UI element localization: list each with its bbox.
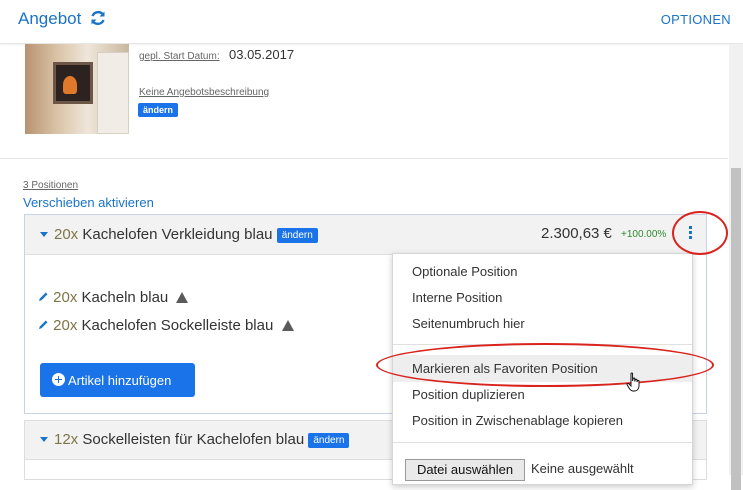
file-none-label: Keine ausgewählt [531,461,634,476]
position-header[interactable]: 20x Kachelofen Verkleidung blau ändern 2… [25,215,706,255]
position-percent: +100.00% [621,229,667,240]
warning-icon [176,292,189,303]
position-name: Sockelleisten für Kachelofen blau [82,431,305,448]
annotation-circle-favorite [376,343,714,387]
sub-item-qty: 20x [53,289,78,306]
pencil-icon[interactable] [38,291,49,302]
sub-item-name: Kachelofen Sockelleiste blau [81,317,274,334]
annotation-circle-kebab [672,211,728,255]
refresh-icon[interactable] [89,9,107,32]
caret-down-icon[interactable] [40,232,48,237]
menu-item-page-break[interactable]: Seitenumbruch hier [412,316,525,331]
menu-divider [393,442,692,443]
position-name: Kachelofen Verkleidung blau [82,226,273,243]
sub-item[interactable]: 20x Kachelofen Sockelleiste blau [38,317,294,334]
options-button[interactable]: OPTIONEN [661,12,731,27]
plus-circle-icon [52,373,65,386]
menu-item-optional-position[interactable]: Optionale Position [412,264,518,279]
position-price: 2.300,63 € [541,225,612,242]
add-article-label: Artikel hinzufügen [68,373,172,388]
start-date-value: 03.05.2017 [229,47,295,62]
offer-image [25,44,129,134]
description-link[interactable]: Keine Angebotsbeschreibung [139,87,269,98]
scrollbar-thumb[interactable] [731,168,741,490]
sub-item[interactable]: 20x Kacheln blau [38,289,189,306]
position-title: 12x Sockelleisten für Kachelofen blau än… [54,431,350,449]
caret-down-icon[interactable] [40,437,48,442]
section-divider [0,158,728,159]
edit-position-button[interactable]: ändern [308,433,350,448]
warning-icon [281,320,294,331]
page-title: Angebot [18,9,82,28]
edit-description-button[interactable]: ändern [138,103,179,117]
file-select-button[interactable]: Datei auswählen [405,459,525,481]
positions-count[interactable]: 3 Positionen [23,180,78,191]
start-date-label[interactable]: gepl. Start Datum: [139,51,220,62]
pencil-icon[interactable] [38,319,49,330]
position-qty: 12x [54,431,79,448]
app-header: Angebot OPTIONEN [0,0,743,44]
sub-item-name: Kacheln blau [81,289,169,306]
menu-item-internal-position[interactable]: Interne Position [412,290,502,305]
add-article-button[interactable]: Artikel hinzufügen [40,363,195,397]
edit-position-button[interactable]: ändern [276,228,318,243]
menu-item-duplicate[interactable]: Position duplizieren [412,387,525,402]
scrollbar[interactable] [729,44,743,490]
position-qty: 20x [54,226,79,243]
reorder-toggle-link[interactable]: Verschieben aktivieren [23,195,154,210]
hand-cursor-icon [626,372,640,392]
sub-item-qty: 20x [53,317,78,334]
menu-item-copy-clipboard[interactable]: Position in Zwischenablage kopieren [412,413,623,428]
position-title: 20x Kachelofen Verkleidung blau ändern [54,226,318,244]
